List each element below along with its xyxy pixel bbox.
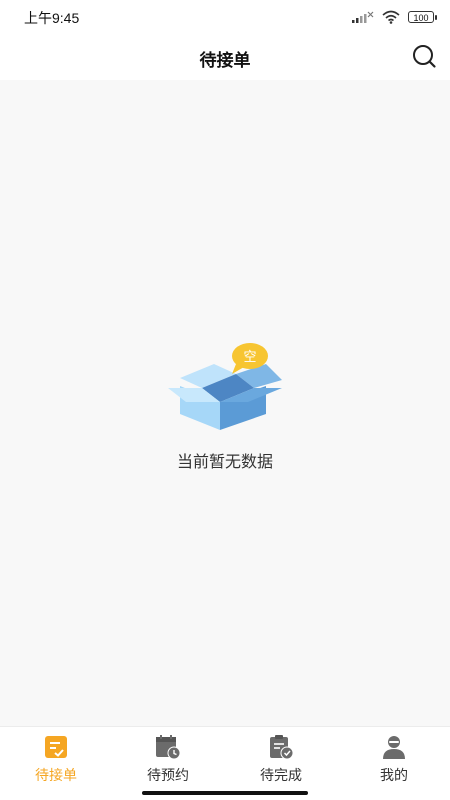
empty-state-illustration: 空 [162,342,288,434]
main-content: 空 当前暂无数据 [0,80,450,726]
empty-message: 当前暂无数据 [176,454,273,471]
tab-pending-completion[interactable]: 待完成 [225,733,337,785]
tab-label: 我的 [380,767,408,783]
tab-mine[interactable]: 我的 [338,733,450,785]
battery-level: 100 [413,13,429,23]
battery-icon: 100 [408,11,437,23]
user-icon [380,733,408,761]
status-time: 上午9:45 [24,10,80,26]
empty-badge: 空 [243,350,256,365]
status-icons: 100 [352,8,437,26]
status-bar: 上午9:45 100 [0,0,450,34]
home-indicator[interactable] [142,791,308,795]
tab-label: 待预约 [147,767,189,783]
calendar-clock-icon [154,733,182,761]
wifi-icon [382,10,400,24]
clipboard-check-icon [267,733,295,761]
bottom-tab-bar: 待接单 待预约 待完成 我的 [0,726,450,800]
header: 待接单 [0,34,450,80]
empty-box-icon: 空 [168,343,282,430]
tab-pending-appointments[interactable]: 待预约 [112,733,224,785]
pending-order-icon [42,733,70,761]
tab-pending-orders[interactable]: 待接单 [0,733,112,785]
signal-icon [352,11,374,23]
search-icon [413,45,436,68]
tab-label: 待完成 [260,767,302,783]
search-button[interactable] [410,42,438,70]
page-title: 待接单 [199,51,251,70]
tab-label: 待接单 [35,767,77,783]
